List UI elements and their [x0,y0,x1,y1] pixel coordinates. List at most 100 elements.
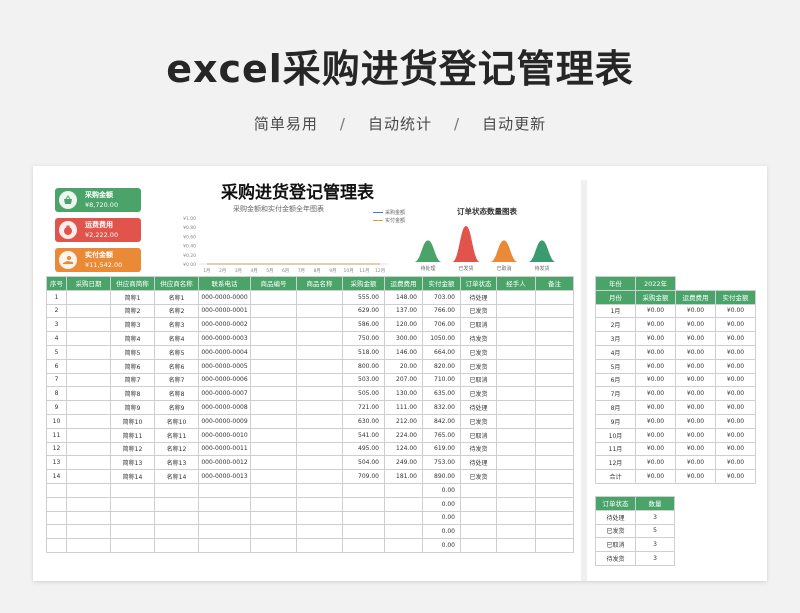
table-cell[interactable]: ¥0.00 [675,455,716,471]
table-cell[interactable]: 9月 [595,413,636,429]
table-cell[interactable]: 已发货 [460,469,497,484]
table-cell[interactable]: ¥0.00 [635,344,676,360]
table-cell[interactable] [250,469,297,484]
table-cell[interactable] [66,344,111,360]
table-cell[interactable]: 简称5 [110,344,155,360]
table-cell[interactable]: 5月 [595,358,636,374]
table-cell[interactable] [66,455,111,471]
table-cell[interactable]: ¥0.00 [635,317,676,333]
table-cell[interactable]: 555.00 [342,289,385,305]
table-cell[interactable] [535,510,574,526]
table-cell[interactable] [250,455,297,471]
table-cell[interactable] [342,510,385,526]
table-cell[interactable]: 120.00 [384,317,423,333]
table-cell[interactable] [460,496,497,512]
table-cell[interactable] [496,386,536,402]
table-cell[interactable]: ¥0.00 [675,413,716,429]
table-cell[interactable]: 753.00 [422,455,461,471]
table-cell[interactable]: 000-0000-0005 [198,358,251,374]
table-cell[interactable]: 3 [46,317,67,333]
table-cell[interactable] [535,538,574,553]
table-cell[interactable]: 简称8 [110,386,155,402]
table-cell[interactable]: ¥0.00 [675,469,716,484]
table-cell[interactable]: 6月 [595,372,636,388]
table-cell[interactable] [250,303,297,319]
table-cell[interactable] [66,441,111,457]
table-cell[interactable] [66,386,111,402]
table-cell[interactable]: 10 [46,413,67,429]
table-cell[interactable]: 已取消 [460,317,497,333]
table-cell[interactable]: 简称6 [110,358,155,374]
table-cell[interactable] [296,344,343,360]
table-cell[interactable]: 181.00 [384,469,423,484]
table-cell[interactable]: 000-0000-0004 [198,344,251,360]
table-cell[interactable]: 3 [635,537,675,553]
table-cell[interactable] [46,538,67,553]
table-cell[interactable]: 1 [46,289,67,305]
table-cell[interactable]: ¥0.00 [675,331,716,346]
table-cell[interactable] [342,496,385,512]
table-cell[interactable]: 已发货 [595,523,636,539]
table-cell[interactable] [296,510,343,526]
table-cell[interactable]: ¥0.00 [715,317,756,333]
table-cell[interactable]: 000-0000-0008 [198,400,251,415]
table-cell[interactable]: ¥0.00 [675,386,716,402]
table-cell[interactable]: 890.00 [422,469,461,484]
table-cell[interactable] [110,482,155,498]
table-cell[interactable]: 3 [635,509,675,525]
table-cell[interactable] [535,469,574,484]
table-cell[interactable]: 名称12 [154,441,199,457]
table-cell[interactable]: 20.00 [384,358,423,374]
table-cell[interactable]: 名称8 [154,386,199,402]
table-cell[interactable]: 505.00 [342,386,385,402]
table-cell[interactable] [250,413,297,429]
table-cell[interactable] [496,469,536,484]
table-cell[interactable]: ¥0.00 [635,303,676,319]
table-cell[interactable] [535,482,574,498]
table-cell[interactable]: 000-0000-0003 [198,331,251,346]
table-cell[interactable]: 7月 [595,386,636,402]
table-cell[interactable] [250,524,297,540]
table-cell[interactable] [154,510,199,526]
table-cell[interactable] [496,344,536,360]
table-cell[interactable]: ¥0.00 [715,455,756,471]
table-cell[interactable]: 207.00 [384,372,423,388]
table-cell[interactable] [154,482,199,498]
table-cell[interactable]: 名称5 [154,344,199,360]
table-cell[interactable] [66,496,111,512]
table-cell[interactable] [46,510,67,526]
table-cell[interactable]: 224.00 [384,427,423,443]
table-cell[interactable] [384,538,423,553]
table-cell[interactable] [296,427,343,443]
table-cell[interactable] [496,400,536,415]
table-cell[interactable] [535,400,574,415]
table-cell[interactable]: 1050.00 [422,331,461,346]
table-cell[interactable]: 待处理 [460,455,497,471]
table-cell[interactable]: 简称9 [110,400,155,415]
table-cell[interactable] [384,510,423,526]
table-cell[interactable]: ¥0.00 [715,358,756,374]
table-cell[interactable]: 664.00 [422,344,461,360]
table-cell[interactable]: ¥0.00 [635,413,676,429]
table-cell[interactable] [250,317,297,333]
table-cell[interactable] [154,524,199,540]
table-cell[interactable] [496,427,536,443]
table-cell[interactable] [496,331,536,346]
table-cell[interactable]: ¥0.00 [675,317,716,333]
table-cell[interactable]: ¥0.00 [715,372,756,388]
table-cell[interactable] [535,496,574,512]
table-cell[interactable] [154,496,199,512]
table-cell[interactable]: 137.00 [384,303,423,319]
table-cell[interactable]: ¥0.00 [675,372,716,388]
table-cell[interactable] [296,317,343,333]
table-cell[interactable] [535,427,574,443]
table-cell[interactable] [535,413,574,429]
table-cell[interactable]: 249.00 [384,455,423,471]
table-cell[interactable]: 名称4 [154,331,199,346]
table-cell[interactable]: ¥0.00 [635,455,676,471]
table-cell[interactable]: 名称3 [154,317,199,333]
table-cell[interactable]: 10月 [595,427,636,443]
table-cell[interactable] [66,400,111,415]
table-cell[interactable]: 合计 [595,469,636,484]
table-cell[interactable]: 名称9 [154,400,199,415]
